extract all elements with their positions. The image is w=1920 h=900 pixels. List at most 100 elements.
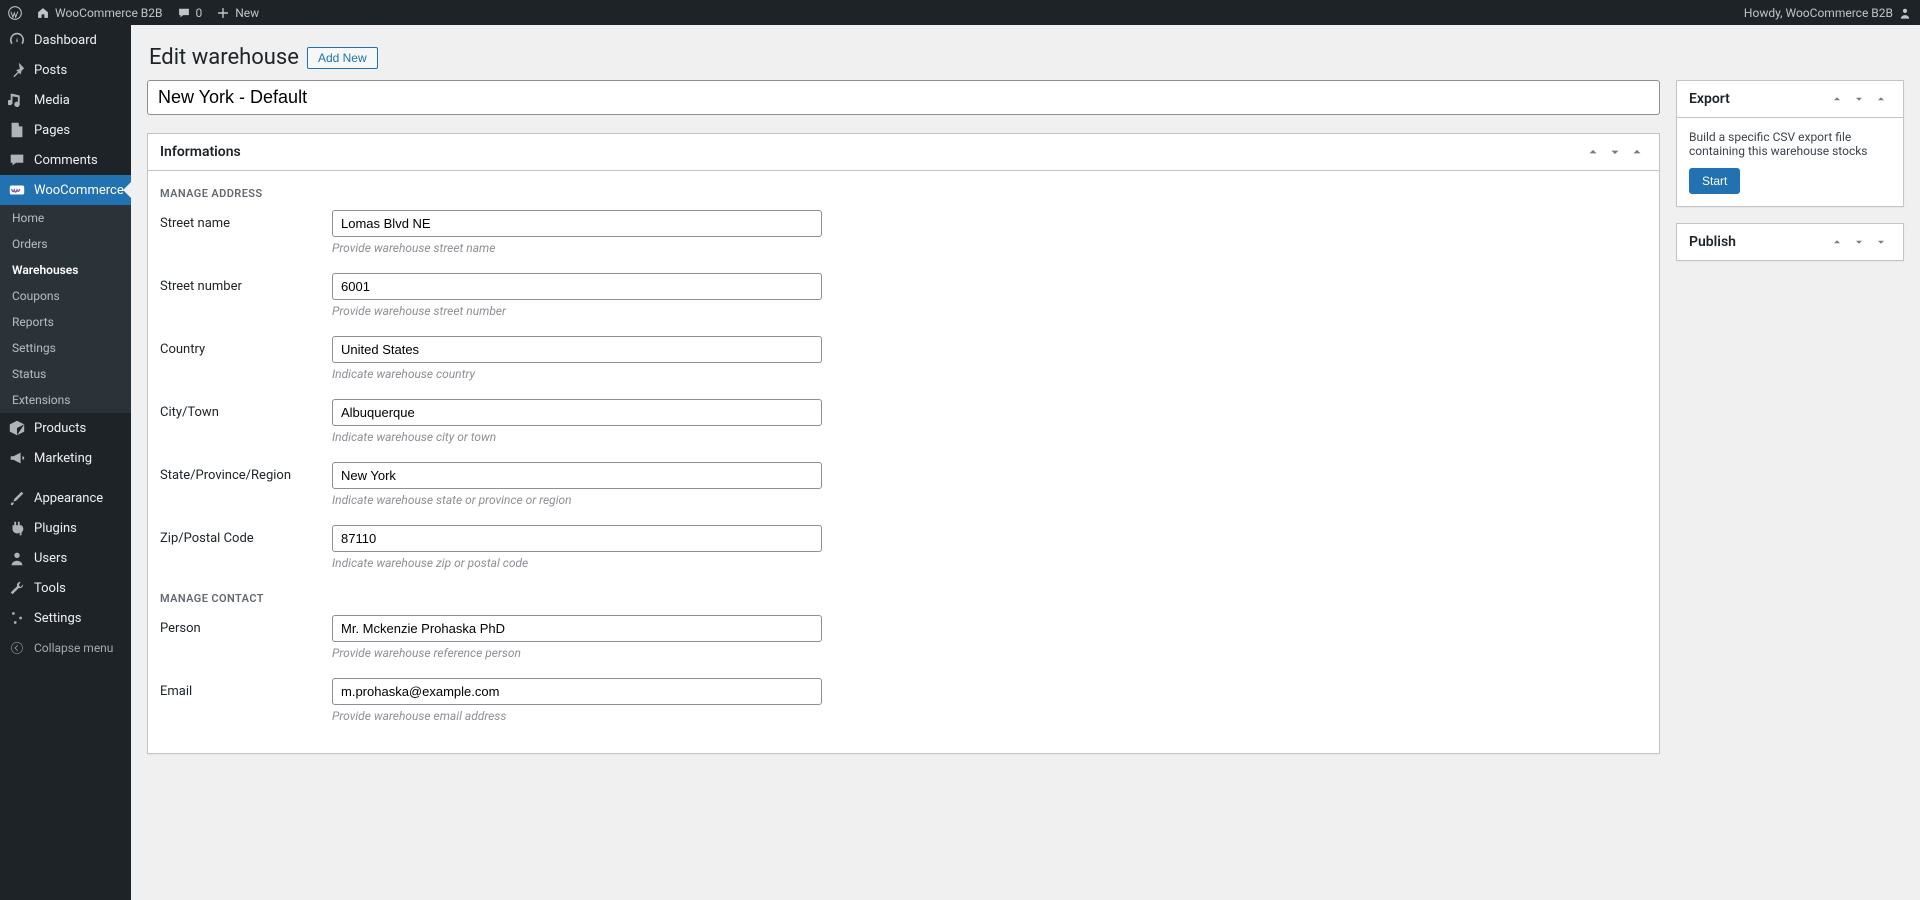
- submenu-orders[interactable]: Orders: [0, 231, 131, 257]
- street-number-label: Street number: [160, 273, 332, 294]
- comments-count: 0: [196, 6, 203, 20]
- move-up-button[interactable]: [1583, 142, 1603, 162]
- new-label: New: [235, 6, 259, 20]
- postbox-title: Publish: [1689, 234, 1736, 250]
- submenu-warehouses[interactable]: Warehouses: [0, 257, 131, 283]
- home-icon: [36, 6, 50, 20]
- street-name-help: Provide warehouse street name: [332, 241, 822, 255]
- zip-label: Zip/Postal Code: [160, 525, 332, 546]
- state-help: Indicate warehouse state or province or …: [332, 493, 822, 507]
- products-icon: [8, 419, 26, 437]
- sidebar-item-settings[interactable]: Settings: [0, 603, 131, 633]
- zip-input[interactable]: [332, 525, 822, 552]
- email-help: Provide warehouse email address: [332, 709, 822, 723]
- sidebar-item-users[interactable]: Users: [0, 543, 131, 573]
- sidebar-item-label: Pages: [34, 123, 70, 138]
- submenu-coupons[interactable]: Coupons: [0, 283, 131, 309]
- sidebar-item-media[interactable]: Media: [0, 85, 131, 115]
- main-content: Edit warehouse Add New Informations: [131, 25, 1920, 900]
- sidebar-item-plugins[interactable]: Plugins: [0, 513, 131, 543]
- postbox-title: Informations: [160, 144, 241, 160]
- move-up-button[interactable]: [1827, 232, 1847, 252]
- toggle-button[interactable]: [1627, 142, 1647, 162]
- wrench-icon: [8, 579, 26, 597]
- wordpress-icon: [8, 6, 22, 20]
- street-number-input[interactable]: [332, 273, 822, 300]
- sliders-icon: [8, 609, 26, 627]
- sidebar-item-label: Media: [34, 93, 70, 108]
- sidebar-item-dashboard[interactable]: Dashboard: [0, 25, 131, 55]
- user-icon: [8, 549, 26, 567]
- add-new-button[interactable]: Add New: [307, 47, 378, 69]
- site-name-link[interactable]: WooCommerce B2B: [36, 6, 163, 20]
- export-postbox: Export Build a specific CSV export file …: [1676, 80, 1904, 207]
- comment-icon: [8, 151, 26, 169]
- comment-icon: [177, 6, 191, 20]
- collapse-menu[interactable]: Collapse menu: [0, 633, 131, 663]
- sidebar-item-comments[interactable]: Comments: [0, 145, 131, 175]
- informations-postbox: Informations Manage address Street name: [147, 133, 1660, 754]
- toggle-button[interactable]: [1871, 89, 1891, 109]
- new-content-link[interactable]: New: [216, 6, 259, 20]
- move-up-button[interactable]: [1827, 89, 1847, 109]
- sidebar-item-woocommerce[interactable]: WooCommerce: [0, 175, 131, 205]
- submenu-status[interactable]: Status: [0, 361, 131, 387]
- sidebar-item-pages[interactable]: Pages: [0, 115, 131, 145]
- street-name-input[interactable]: [332, 210, 822, 237]
- sidebar-item-tools[interactable]: Tools: [0, 573, 131, 603]
- move-down-button[interactable]: [1605, 142, 1625, 162]
- street-number-help: Provide warehouse street number: [332, 304, 822, 318]
- state-input[interactable]: [332, 462, 822, 489]
- person-input[interactable]: [332, 615, 822, 642]
- admin-sidebar: Dashboard Posts Media Pages Comments Woo…: [0, 25, 131, 900]
- person-help: Provide warehouse reference person: [332, 646, 822, 660]
- person-label: Person: [160, 615, 332, 636]
- submenu-extensions[interactable]: Extensions: [0, 387, 131, 413]
- sidebar-item-marketing[interactable]: Marketing: [0, 443, 131, 473]
- sidebar-item-label: Plugins: [34, 521, 77, 536]
- section-address-label: Manage address: [160, 183, 1647, 210]
- start-export-button[interactable]: Start: [1689, 168, 1740, 194]
- page-title: Edit warehouse: [149, 45, 299, 70]
- sidebar-item-label: Dashboard: [34, 33, 97, 48]
- sidebar-item-products[interactable]: Products: [0, 413, 131, 443]
- publish-postbox: Publish: [1676, 223, 1904, 261]
- page-icon: [8, 121, 26, 139]
- comments-link[interactable]: 0: [177, 6, 203, 20]
- zip-help: Indicate warehouse zip or postal code: [332, 556, 822, 570]
- plus-icon: [216, 6, 230, 20]
- sidebar-item-appearance[interactable]: Appearance: [0, 483, 131, 513]
- sidebar-item-posts[interactable]: Posts: [0, 55, 131, 85]
- move-down-button[interactable]: [1849, 232, 1869, 252]
- sidebar-item-label: Comments: [34, 153, 98, 168]
- country-label: Country: [160, 336, 332, 357]
- page-header: Edit warehouse Add New: [131, 25, 1920, 80]
- city-label: City/Town: [160, 399, 332, 420]
- sidebar-item-label: Appearance: [34, 491, 103, 506]
- my-account-link[interactable]: Howdy, WooCommerce B2B: [1744, 6, 1912, 20]
- country-input[interactable]: [332, 336, 822, 363]
- state-label: State/Province/Region: [160, 462, 332, 483]
- pin-icon: [8, 61, 26, 79]
- wp-logo[interactable]: [8, 6, 22, 20]
- sidebar-item-label: Users: [34, 551, 67, 566]
- submenu-home[interactable]: Home: [0, 205, 131, 231]
- woocommerce-submenu: Home Orders Warehouses Coupons Reports S…: [0, 205, 131, 413]
- dashboard-icon: [8, 31, 26, 49]
- sidebar-item-label: Tools: [34, 581, 66, 596]
- toggle-button[interactable]: [1871, 232, 1891, 252]
- collapse-label: Collapse menu: [34, 641, 113, 655]
- submenu-settings[interactable]: Settings: [0, 335, 131, 361]
- site-name-text: WooCommerce B2B: [55, 6, 163, 20]
- woocommerce-icon: [8, 181, 26, 199]
- sidebar-item-label: Marketing: [34, 451, 92, 466]
- move-down-button[interactable]: [1849, 89, 1869, 109]
- email-input[interactable]: [332, 678, 822, 705]
- city-help: Indicate warehouse city or town: [332, 430, 822, 444]
- megaphone-icon: [8, 449, 26, 467]
- export-description: Build a specific CSV export file contain…: [1689, 130, 1891, 158]
- warehouse-title-input[interactable]: [147, 80, 1660, 115]
- collapse-icon: [8, 639, 26, 657]
- city-input[interactable]: [332, 399, 822, 426]
- submenu-reports[interactable]: Reports: [0, 309, 131, 335]
